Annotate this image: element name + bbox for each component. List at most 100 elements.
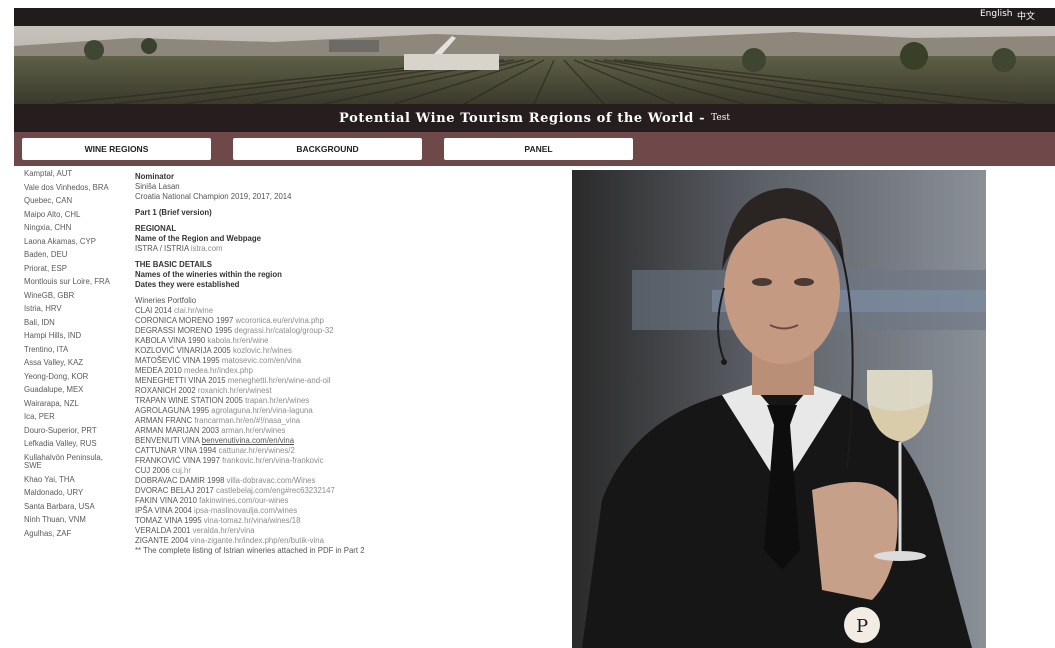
- winery-row: CATTUNAR VINA 1994 cattunar.hr/en/wines/…: [135, 446, 555, 456]
- sidebar-item-region[interactable]: Wairarapa, NZL: [24, 399, 116, 409]
- sidebar-item-region[interactable]: Ningxia, CHN: [24, 223, 116, 233]
- winery-row: TRAPAN WINE STATION 2005 trapan.hr/en/wi…: [135, 396, 555, 406]
- footnote: ** The complete listing of Istrian winer…: [135, 546, 365, 555]
- winery-name: CATTUNAR VINA 1994: [135, 446, 217, 455]
- winery-url-link[interactable]: kozlovic.hr/wines: [233, 346, 292, 355]
- nominator-name: Siniša Lasan: [135, 182, 180, 191]
- winery-name: TRAPAN WINE STATION 2005: [135, 396, 243, 405]
- winery-name: CLAI 2014: [135, 306, 172, 315]
- site-title: Potential Wine Tourism Regions of the Wo…: [339, 110, 706, 126]
- winery-name: TOMAZ VINA 1995: [135, 516, 202, 525]
- language-english-link[interactable]: English: [980, 9, 1013, 19]
- winery-row: MATOŠEVIĆ VINA 1995 matosevic.com/en/vin…: [135, 356, 555, 366]
- sidebar-item-region[interactable]: Khao Yai, THA: [24, 475, 116, 485]
- winery-url-link[interactable]: ipsa-maslinovaulja.com/wines: [194, 506, 297, 515]
- sidebar-item-region[interactable]: Guadalupe, MEX: [24, 385, 116, 395]
- winery-url-link[interactable]: benvenutivina.com/en/vina: [202, 436, 294, 445]
- sidebar-item-region[interactable]: Laona Akamas, CYP: [24, 237, 116, 247]
- site-subtitle: Test: [711, 113, 730, 123]
- winery-url-link[interactable]: clai.hr/wine: [174, 306, 213, 315]
- language-chinese-link[interactable]: 中文: [1017, 9, 1035, 22]
- winery-url-link[interactable]: cattunar.hr/en/wines/2: [219, 446, 295, 455]
- sidebar-item-region[interactable]: Douro-Superior, PRT: [24, 426, 116, 436]
- winery-row: IPŠA VINA 2004 ipsa-maslinovaulja.com/wi…: [135, 506, 555, 516]
- winery-url-link[interactable]: meneghetti.hr/en/wine-and-oil: [228, 376, 331, 385]
- winery-name: DOBRAVAC DAMIR 1998: [135, 476, 225, 485]
- winery-row: KABOLA VINA 1990 kabola.hr/en/wine: [135, 336, 555, 346]
- winery-url-link[interactable]: cuj.hr: [172, 466, 191, 475]
- region-name: ISTRA / ISTRIA istra.com: [135, 244, 555, 254]
- winery-url-link[interactable]: degrassi.hr/catalog/group-32: [234, 326, 333, 335]
- winery-row: CLAI 2014 clai.hr/wine: [135, 306, 555, 316]
- sidebar-item-region[interactable]: Istria, HRV: [24, 304, 116, 314]
- nominator-title: Croatia National Champion 2019, 2017, 20…: [135, 192, 292, 201]
- regional-heading: REGIONAL: [135, 224, 177, 233]
- winery-url-link[interactable]: arman.hr/en/wines: [221, 426, 285, 435]
- sidebar-item-region[interactable]: Lefkadia Valley, RUS: [24, 439, 116, 449]
- winery-url-link[interactable]: wcoronica.eu/en/vina.php: [236, 316, 324, 325]
- winery-url-link[interactable]: roxanich.hr/en/winest: [198, 386, 272, 395]
- nav-wine-regions-button[interactable]: WINE REGIONS: [22, 138, 211, 160]
- sidebar-item-region[interactable]: Montlouis sur Loire, FRA: [24, 277, 116, 287]
- winery-row: ZIGANTE 2004 vina-zigante.hr/index.php/e…: [135, 536, 555, 546]
- winery-name: ARMAN MARIJAN 2003: [135, 426, 220, 435]
- sidebar-item-region[interactable]: Assa Valley, KAZ: [24, 358, 116, 368]
- winery-name: KOZLOVIĆ VINARIJA 2005: [135, 346, 231, 355]
- sidebar-item-region[interactable]: Kamptal, AUT: [24, 169, 116, 179]
- wineries-label: Names of the wineries within the region: [135, 270, 282, 279]
- winery-name: ZIGANTE 2004: [135, 536, 189, 545]
- sidebar-item-region[interactable]: Vale dos Vinhedos, BRA: [24, 183, 116, 193]
- main-navigation: WINE REGIONS BACKGROUND PANEL: [14, 132, 1055, 166]
- sidebar-item-region[interactable]: Priorat, ESP: [24, 264, 116, 274]
- winery-row: CORONICA MORENO 1997 wcoronica.eu/en/vin…: [135, 316, 555, 326]
- winery-url-link[interactable]: agrolaguna.hr/en/vina-laguna: [211, 406, 312, 415]
- winery-row: MENEGHETTI VINA 2015 meneghetti.hr/en/wi…: [135, 376, 555, 386]
- sidebar-item-region[interactable]: Trentino, ITA: [24, 345, 116, 355]
- winery-row: VERALDA 2001 veralda.hr/en/vina: [135, 526, 555, 536]
- winery-url-link[interactable]: matosevic.com/en/vina: [222, 356, 301, 365]
- sidebar-item-region[interactable]: WineGB, GBR: [24, 291, 116, 301]
- sidebar-item-region[interactable]: Maldonado, URY: [24, 488, 116, 498]
- winery-name: VERALDA 2001: [135, 526, 191, 535]
- winery-url-link[interactable]: kabola.hr/en/wine: [207, 336, 268, 345]
- winery-name: AGROLAGUNA 1995: [135, 406, 210, 415]
- nominator-label: Nominator: [135, 172, 174, 181]
- sidebar-item-region[interactable]: Bali, IDN: [24, 318, 116, 328]
- winery-row: DEGRASSI MORENO 1995 degrassi.hr/catalog…: [135, 326, 555, 336]
- sidebar-item-region[interactable]: Agulhas, ZAF: [24, 529, 116, 539]
- sidebar-item-region[interactable]: Hampi Hills, IND: [24, 331, 116, 341]
- nav-panel-button[interactable]: PANEL: [444, 138, 633, 160]
- winery-url-link[interactable]: frankovic.hr/en/vina-frankovic: [222, 456, 323, 465]
- sidebar-item-region[interactable]: Maipo Alto, CHL: [24, 210, 116, 220]
- sidebar-item-region[interactable]: Ica, PER: [24, 412, 116, 422]
- sommelier-photo: P: [572, 170, 986, 648]
- site-title-bar: Potential Wine Tourism Regions of the Wo…: [14, 104, 1055, 132]
- sidebar-item-region[interactable]: Santa Barbara, USA: [24, 502, 116, 512]
- winery-url-link[interactable]: veralda.hr/en/vina: [193, 526, 255, 535]
- winery-url-link[interactable]: vina-tomaz.hr/vina/wines/18: [204, 516, 301, 525]
- winery-url-link[interactable]: medea.hr/index.php: [184, 366, 253, 375]
- winery-url-link[interactable]: castlebelaj.com/eng#rec63232147: [216, 486, 335, 495]
- sidebar-item-region[interactable]: Yeong-Dong, KOR: [24, 372, 116, 382]
- sidebar-item-region[interactable]: Quebec, CAN: [24, 196, 116, 206]
- sidebar-item-region[interactable]: Ninh Thuan, VNM: [24, 515, 116, 525]
- nav-background-button[interactable]: BACKGROUND: [233, 138, 422, 160]
- winery-name: BENVENUTI VINA: [135, 436, 200, 445]
- region-url-link[interactable]: istra.com: [191, 244, 223, 253]
- winery-name: DEGRASSI MORENO 1995: [135, 326, 233, 335]
- sidebar-item-region[interactable]: Baden, DEU: [24, 250, 116, 260]
- winery-row: BENVENUTI VINA benvenutivina.com/en/vina: [135, 436, 555, 446]
- winery-row: KOZLOVIĆ VINARIJA 2005 kozlovic.hr/wines: [135, 346, 555, 356]
- winery-url-link[interactable]: vina-zigante.hr/index.php/en/butik-vina: [190, 536, 324, 545]
- winery-url-link[interactable]: trapan.hr/en/wines: [245, 396, 309, 405]
- winery-url-link[interactable]: francarman.hr/en/#!/nasa_vina: [194, 416, 300, 425]
- winery-name: FRANKOVIĆ VINA 1997: [135, 456, 220, 465]
- winery-url-link[interactable]: fakinwines.com/our-wines: [199, 496, 288, 505]
- winery-row: ARMAN FRANC francarman.hr/en/#!/nasa_vin…: [135, 416, 555, 426]
- winery-name: KABOLA VINA 1990: [135, 336, 206, 345]
- winery-url-link[interactable]: villa-dobravac.com/Wines: [227, 476, 316, 485]
- sidebar-item-region[interactable]: Kullahalvön Peninsula, SWE: [24, 453, 116, 471]
- winery-row: FRANKOVIĆ VINA 1997 frankovic.hr/en/vina…: [135, 456, 555, 466]
- winery-row: ARMAN MARIJAN 2003 arman.hr/en/wines: [135, 426, 555, 436]
- region-sidebar: Kamptal, AUT Vale dos Vinhedos, BRA Queb…: [24, 169, 116, 648]
